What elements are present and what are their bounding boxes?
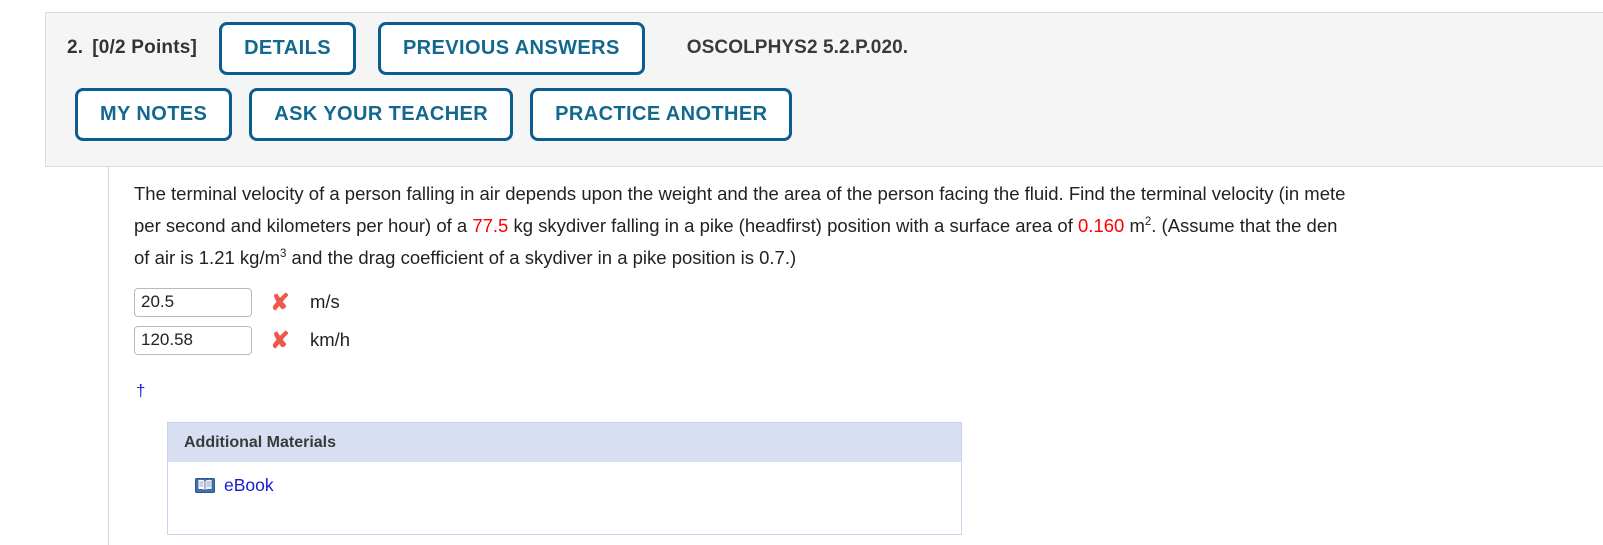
answer-fields: ✘ m/s ✘ km/h <box>134 283 1603 359</box>
problem-line-3: of air is 1.21 kg/m3 and the drag coeffi… <box>134 242 1603 274</box>
problem-statement: The terminal velocity of a person fallin… <box>134 178 1603 274</box>
answer-input-kmh[interactable] <box>134 325 252 355</box>
problem-line-2-text-b: kg skydiver falling in a pike (headfirst… <box>508 215 1079 236</box>
answer-input-mps[interactable] <box>134 287 252 317</box>
question-reference: OSCOLPHYS2 5.2.P.020. <box>686 37 909 58</box>
area-value: 0.160 <box>1078 215 1125 236</box>
points-label: 2. [0/2 Points] <box>67 37 197 59</box>
ebook-link-label: eBook <box>224 475 274 495</box>
header-row-secondary: MY NOTES ASK YOUR TEACHER PRACTICE ANOTH… <box>46 83 1603 145</box>
book-icon <box>195 478 215 493</box>
mass-value: 77.5 <box>472 215 509 236</box>
points-value: [0/2 Points] <box>92 37 198 58</box>
question-header-panel: 2. [0/2 Points] DETAILS PREVIOUS ANSWERS … <box>45 12 1603 167</box>
ebook-link[interactable]: eBook <box>195 475 274 496</box>
problem-body: The terminal velocity of a person fallin… <box>108 167 1603 545</box>
answer-row: ✘ km/h <box>134 321 1603 359</box>
problem-line-1: The terminal velocity of a person fallin… <box>134 178 1603 210</box>
practice-another-button[interactable]: PRACTICE ANOTHER <box>530 87 793 141</box>
header-row-primary: 2. [0/2 Points] DETAILS PREVIOUS ANSWERS … <box>46 13 1603 83</box>
problem-line-1-text: The terminal velocity of a person fallin… <box>134 183 1346 204</box>
answer-unit-label: km/h <box>310 329 351 350</box>
incorrect-icon: ✘ <box>270 288 290 315</box>
problem-line-3-text-b: and the drag coefficient of a skydiver i… <box>286 247 797 268</box>
additional-materials-title: Additional Materials <box>168 423 961 462</box>
answer-row: ✘ m/s <box>134 283 1603 321</box>
details-button[interactable]: DETAILS <box>219 21 356 75</box>
incorrect-icon: ✘ <box>270 326 290 353</box>
footnote-dagger-icon[interactable]: † <box>136 382 1603 399</box>
answer-unit-label: m/s <box>310 291 340 312</box>
additional-materials-body: eBook <box>168 462 961 534</box>
problem-line-2: per second and kilometers per hour) of a… <box>134 210 1603 242</box>
ask-your-teacher-button[interactable]: ASK YOUR TEACHER <box>249 87 514 141</box>
additional-materials-panel: Additional Materials eBook <box>167 422 962 535</box>
problem-line-3-text-a: of air is 1.21 kg/m <box>134 247 281 268</box>
problem-line-2-text-c: m <box>1124 215 1145 236</box>
problem-line-2-text-d: . (Assume that the den <box>1151 215 1338 236</box>
problem-line-2-text-a: per second and kilometers per hour) of a <box>134 215 473 236</box>
my-notes-button[interactable]: MY NOTES <box>75 87 233 141</box>
previous-answers-button[interactable]: PREVIOUS ANSWERS <box>377 21 645 75</box>
question-number: 2. <box>67 37 84 58</box>
